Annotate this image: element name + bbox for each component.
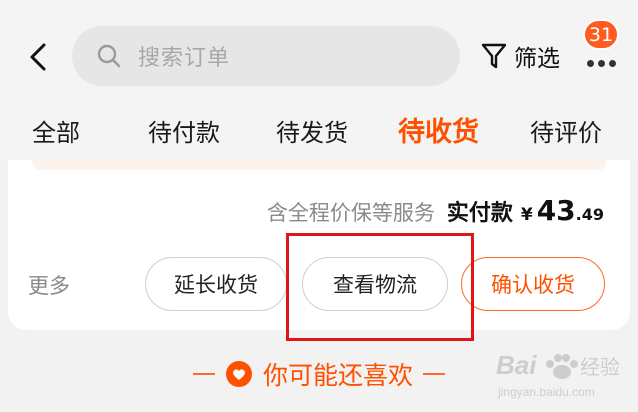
search-placeholder: 搜索订单: [138, 46, 231, 71]
tab-pending-shipment[interactable]: 待发货: [276, 108, 348, 158]
extend-receipt-button[interactable]: 延长收货: [145, 257, 287, 311]
pay-label: 实付款: [446, 201, 513, 226]
more-actions-link[interactable]: 更多: [28, 270, 70, 300]
service-text: 含全程价保等服务: [266, 201, 435, 225]
tab-pending-receipt[interactable]: 待收货: [398, 108, 479, 158]
payment-summary: 含全程价保等服务 实付款 ¥ 43 .49: [267, 194, 604, 228]
confirm-receipt-button[interactable]: 确认收货: [461, 257, 605, 311]
svg-text:Bai: Bai: [496, 350, 537, 380]
amount-decimal: .49: [575, 205, 604, 224]
notification-badge: 31: [583, 19, 619, 50]
search-input[interactable]: 搜索订单: [72, 26, 460, 86]
app-header: 搜索订单 筛选 31 全部 待付款 待发货 待收货 待评价: [0, 0, 638, 160]
chevron-left-icon: [30, 43, 46, 71]
baidu-jingyan-watermark: Bai 经验 jingyan.baidu.com: [496, 350, 620, 399]
filter-button[interactable]: 筛选: [480, 38, 560, 74]
tab-all[interactable]: 全部: [32, 108, 80, 158]
order-tabs: 全部 待付款 待发货 待收货 待评价: [0, 108, 638, 158]
filter-funnel-icon: [480, 41, 508, 71]
card-top-strip: [32, 160, 606, 170]
heart-icon: [225, 360, 253, 388]
svg-text:jingyan.baidu.com: jingyan.baidu.com: [497, 385, 595, 399]
tab-pending-review[interactable]: 待评价: [530, 108, 602, 158]
filter-label: 筛选: [514, 46, 560, 72]
recommend-title: 你可能还喜欢: [262, 361, 413, 390]
currency-symbol: ¥: [520, 205, 533, 225]
annotation-highlight-box: [286, 233, 474, 341]
search-icon: [96, 43, 122, 69]
divider-right: [423, 373, 445, 375]
back-button[interactable]: [22, 40, 54, 74]
amount-integer: 43: [536, 194, 576, 227]
svg-text:经验: 经验: [580, 355, 620, 379]
tab-pending-payment[interactable]: 待付款: [148, 108, 220, 158]
divider-left: [192, 373, 215, 375]
more-dots-icon: [586, 59, 616, 67]
